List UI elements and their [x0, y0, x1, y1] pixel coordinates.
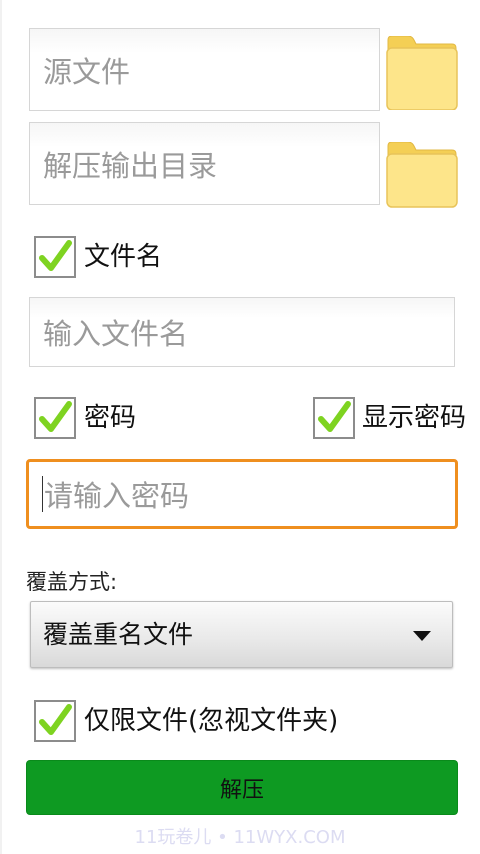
filename-label: 文件名 [84, 242, 163, 272]
watermark: 11玩卷儿 • 11WYX.COM [134, 827, 346, 848]
source-file-field[interactable]: 源文件 [29, 28, 380, 111]
files-only-checkbox[interactable] [34, 700, 76, 742]
browse-output-folder-icon[interactable] [386, 142, 458, 216]
filename-input[interactable]: 输入文件名 [29, 297, 455, 367]
checkmark-icon [39, 401, 72, 432]
text-cursor [42, 476, 43, 512]
extract-button-label: 解压 [219, 777, 264, 803]
dropdown-arrow-icon [413, 631, 431, 641]
password-input-placeholder: 请输入密码 [44, 479, 190, 513]
extract-button[interactable]: 解压 [26, 760, 458, 815]
checkmark-icon [39, 704, 72, 735]
files-only-label: 仅限文件(忽视文件夹) [84, 706, 339, 736]
output-directory-field[interactable]: 解压输出目录 [29, 122, 380, 205]
overwrite-mode-value: 覆盖重名文件 [43, 620, 194, 649]
overwrite-mode-label: 覆盖方式: [26, 570, 118, 594]
output-directory-placeholder: 解压输出目录 [43, 148, 218, 183]
show-password-checkbox[interactable] [313, 397, 355, 439]
password-input[interactable]: 请输入密码 [26, 459, 458, 529]
filename-input-placeholder: 输入文件名 [43, 317, 189, 351]
password-checkbox[interactable] [34, 397, 76, 439]
checkmark-icon [39, 240, 72, 271]
checkmark-icon [318, 401, 351, 432]
browse-source-folder-icon[interactable] [386, 36, 458, 110]
overwrite-mode-dropdown[interactable]: 覆盖重名文件 [30, 601, 453, 668]
source-file-placeholder: 源文件 [43, 54, 131, 89]
password-label: 密码 [84, 403, 137, 433]
filename-checkbox[interactable] [34, 236, 76, 278]
left-edge-divider [0, 0, 2, 854]
show-password-label: 显示密码 [362, 403, 467, 433]
